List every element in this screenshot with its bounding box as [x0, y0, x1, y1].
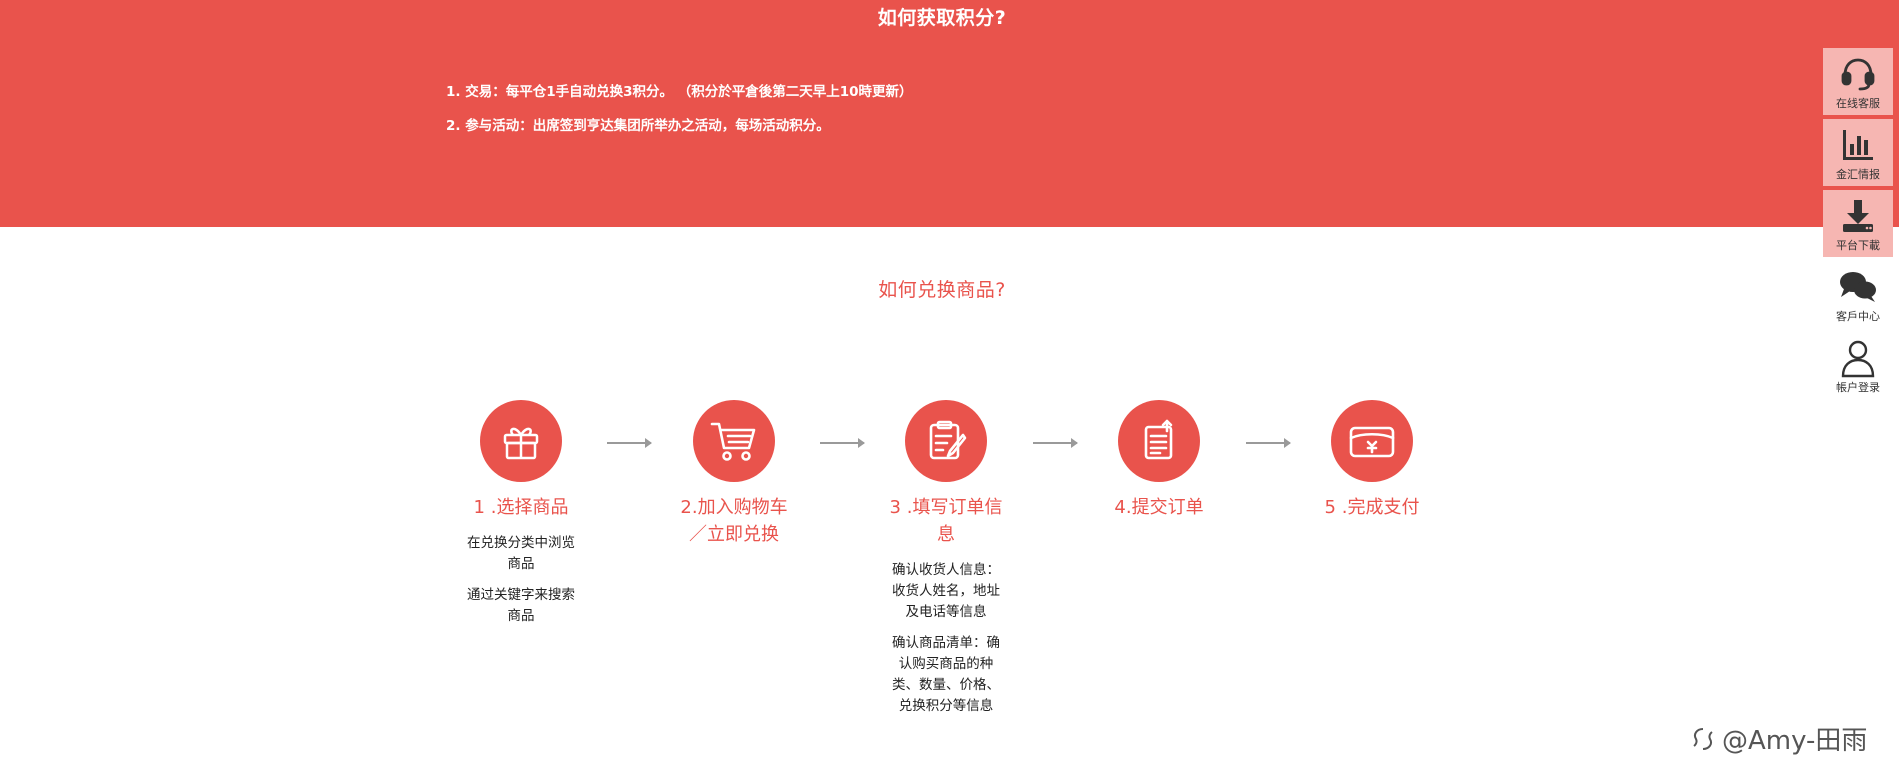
sidebar-item-market-info[interactable]: 金汇情报 [1823, 119, 1893, 186]
watermark-text: @Amy-田雨 [1722, 726, 1868, 756]
weibo-logo-icon [1693, 727, 1713, 750]
sidebar-item-label: 客戶中心 [1836, 310, 1880, 323]
step-fill-order: 3 .填写订单信息 确认收货人信息：收货人姓名，地址及电话等信息 确认商品清单：… [866, 400, 1026, 727]
step-3-desc-consignee: 确认收货人信息：收货人姓名，地址及电话等信息 [892, 562, 1000, 620]
earn-points-title: 如何获取积分? [877, 7, 1007, 29]
download-icon [1838, 196, 1878, 236]
step-3-circle [905, 400, 987, 482]
step-4-label: 4.提交订单 [1114, 497, 1204, 518]
step-1-description: 在兑换分类中浏览商品 通过关键字来搜索商品 [441, 533, 601, 627]
payment-card-icon [1349, 426, 1395, 458]
gift-icon [503, 427, 539, 460]
sidebar-item-platform-download[interactable]: 平台下載 [1823, 190, 1893, 257]
earn-rule-events: 2. 参与活动：出席签到亨达集团所举办之活动，每场活动积分。 [446, 118, 830, 134]
step-1-desc-browse: 在兑换分类中浏览商品 [467, 535, 575, 572]
step-arrow [1246, 438, 1291, 448]
step-add-to-cart: 2.加入购物车／立即兑换 [654, 400, 814, 548]
sidebar-item-label: 金汇情报 [1836, 168, 1880, 181]
step-3-description: 确认收货人信息：收货人姓名，地址及电话等信息 确认商品清单：确认购买商品的种类、… [866, 560, 1026, 717]
cart-icon [710, 422, 756, 461]
step-3-desc-goods: 确认商品清单：确认购买商品的种类、数量、价格、兑换积分等信息 [892, 635, 1000, 714]
step-submit-order: 4.提交订单 [1079, 400, 1239, 521]
sidebar-item-account-login[interactable]: 帳户登录 [1823, 332, 1893, 399]
step-5-label: 5 .完成支付 [1324, 497, 1420, 518]
step-4-circle [1118, 400, 1200, 482]
user-icon [1838, 338, 1878, 378]
step-1-label: 1 .选择商品 [473, 497, 569, 518]
step-choose-product: 1 .选择商品 在兑换分类中浏览商品 通过关键字来搜索商品 [441, 400, 601, 637]
step-arrow [607, 438, 652, 448]
step-3-label: 3 .填写订单信息 [889, 497, 1003, 545]
watermark: @Amy-田雨 [1690, 720, 1867, 757]
step-2-circle [693, 400, 775, 482]
earn-rule-trading: 1. 交易：每平仓1手自动兑换3积分。 （积分於平倉後第二天早上10時更新） [446, 84, 913, 100]
sidebar-item-label: 在线客服 [1836, 97, 1880, 110]
sidebar-item-online-service[interactable]: 在线客服 [1823, 48, 1893, 115]
step-2-label: 2.加入购物车／立即兑换 [680, 497, 788, 545]
submit-order-icon [1144, 419, 1173, 460]
earn-points-banner: 如何获取积分? 1. 交易：每平仓1手自动兑换3积分。 （积分於平倉後第二天早上… [0, 0, 1899, 227]
step-complete-payment: 5 .完成支付 [1292, 400, 1452, 521]
step-1-circle [480, 400, 562, 482]
step-arrow [1033, 438, 1078, 448]
sidebar-item-label: 帳户登录 [1836, 381, 1880, 394]
headset-icon [1838, 54, 1878, 94]
step-1-desc-search: 通过关键字来搜索商品 [467, 587, 575, 624]
step-arrow [820, 438, 865, 448]
floating-sidebar: 在线客服 金汇情报 平台下載 客戶中心 帳户登录 [1823, 48, 1893, 403]
order-form-icon [929, 420, 967, 460]
redeem-title: 如何兑换商品? [878, 279, 1006, 301]
sidebar-item-client-center[interactable]: 客戶中心 [1823, 261, 1893, 328]
sidebar-item-label: 平台下載 [1836, 239, 1880, 252]
step-5-circle [1331, 400, 1413, 482]
bar-chart-icon [1838, 125, 1878, 165]
chat-bubbles-icon [1838, 267, 1878, 307]
